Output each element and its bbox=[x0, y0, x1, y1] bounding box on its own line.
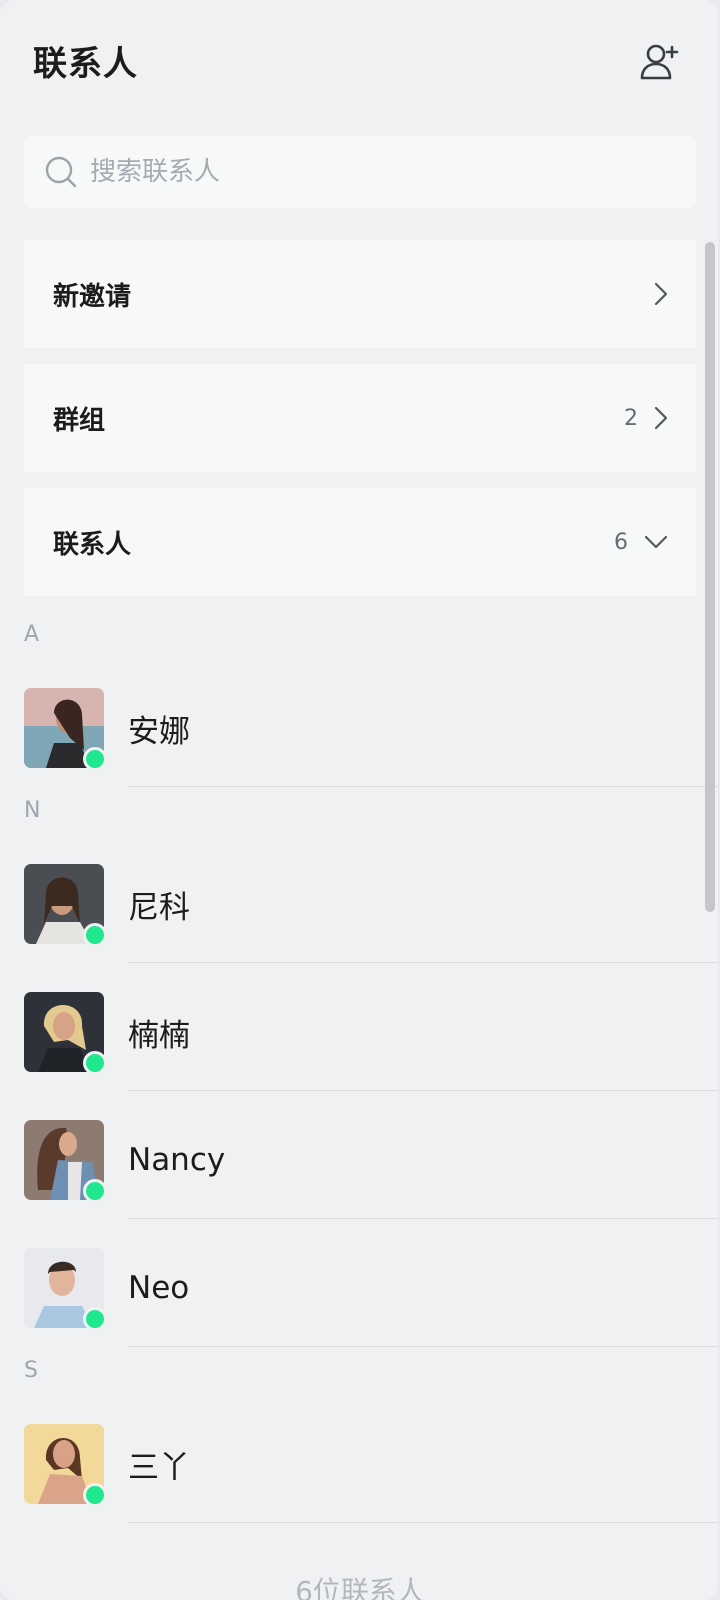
divider bbox=[128, 1090, 718, 1091]
contact-name: 尼科 bbox=[128, 889, 190, 926]
contact-name: 三丫 bbox=[128, 1449, 190, 1486]
contact-item[interactable]: Neo bbox=[24, 1232, 718, 1344]
avatar bbox=[24, 688, 107, 771]
divider bbox=[128, 1346, 718, 1347]
online-status-dot bbox=[83, 923, 107, 947]
contacts-total-count: 6位联系人 bbox=[295, 1575, 425, 1600]
new-invites-label: 新邀请 bbox=[53, 281, 132, 312]
add-contact-button[interactable] bbox=[636, 38, 684, 86]
contact-item[interactable]: 安娜 bbox=[24, 672, 718, 784]
groups-label: 群组 bbox=[53, 405, 106, 436]
contact-item[interactable]: 楠楠 bbox=[24, 976, 718, 1088]
online-status-dot bbox=[83, 1179, 107, 1203]
contact-name: 安娜 bbox=[128, 713, 190, 750]
add-user-icon bbox=[640, 44, 679, 80]
contact-name: 楠楠 bbox=[128, 1017, 190, 1054]
contact-name: Neo bbox=[128, 1270, 190, 1306]
online-status-dot bbox=[83, 1483, 107, 1507]
search-bar[interactable] bbox=[24, 136, 696, 208]
search-input[interactable] bbox=[88, 156, 652, 188]
chevron-right-icon bbox=[654, 282, 668, 306]
contacts-label: 联系人 bbox=[53, 529, 132, 560]
section-letter-n: N bbox=[24, 798, 41, 823]
divider bbox=[128, 962, 718, 963]
avatar bbox=[24, 1424, 107, 1507]
page-title: 联系人 bbox=[33, 44, 138, 84]
section-letter-s: S bbox=[24, 1358, 38, 1383]
contacts-panel: 联系人 新邀请 群组 2 联系人 bbox=[0, 0, 718, 1600]
new-invites-row[interactable]: 新邀请 bbox=[24, 240, 696, 348]
divider bbox=[128, 786, 718, 787]
chevron-down-icon bbox=[644, 535, 668, 549]
avatar bbox=[24, 1120, 107, 1203]
contact-name: Nancy bbox=[128, 1142, 226, 1178]
groups-count: 2 bbox=[624, 405, 638, 431]
contact-item[interactable]: 三丫 bbox=[24, 1408, 718, 1520]
divider bbox=[128, 1218, 718, 1219]
divider bbox=[128, 1522, 718, 1523]
contacts-row[interactable]: 联系人 6 bbox=[24, 488, 696, 596]
online-status-dot bbox=[83, 1051, 107, 1075]
scrollbar[interactable] bbox=[705, 242, 715, 912]
avatar bbox=[24, 1248, 107, 1331]
section-letter-a: A bbox=[24, 622, 40, 647]
avatar bbox=[24, 992, 107, 1075]
groups-row[interactable]: 群组 2 bbox=[24, 364, 696, 472]
online-status-dot bbox=[83, 747, 107, 771]
avatar bbox=[24, 864, 107, 947]
online-status-dot bbox=[83, 1307, 107, 1331]
contacts-count: 6 bbox=[614, 529, 628, 555]
chevron-right-icon bbox=[654, 406, 668, 430]
contact-item[interactable]: 尼科 bbox=[24, 848, 718, 960]
search-icon bbox=[45, 156, 77, 188]
contact-item[interactable]: Nancy bbox=[24, 1104, 718, 1216]
